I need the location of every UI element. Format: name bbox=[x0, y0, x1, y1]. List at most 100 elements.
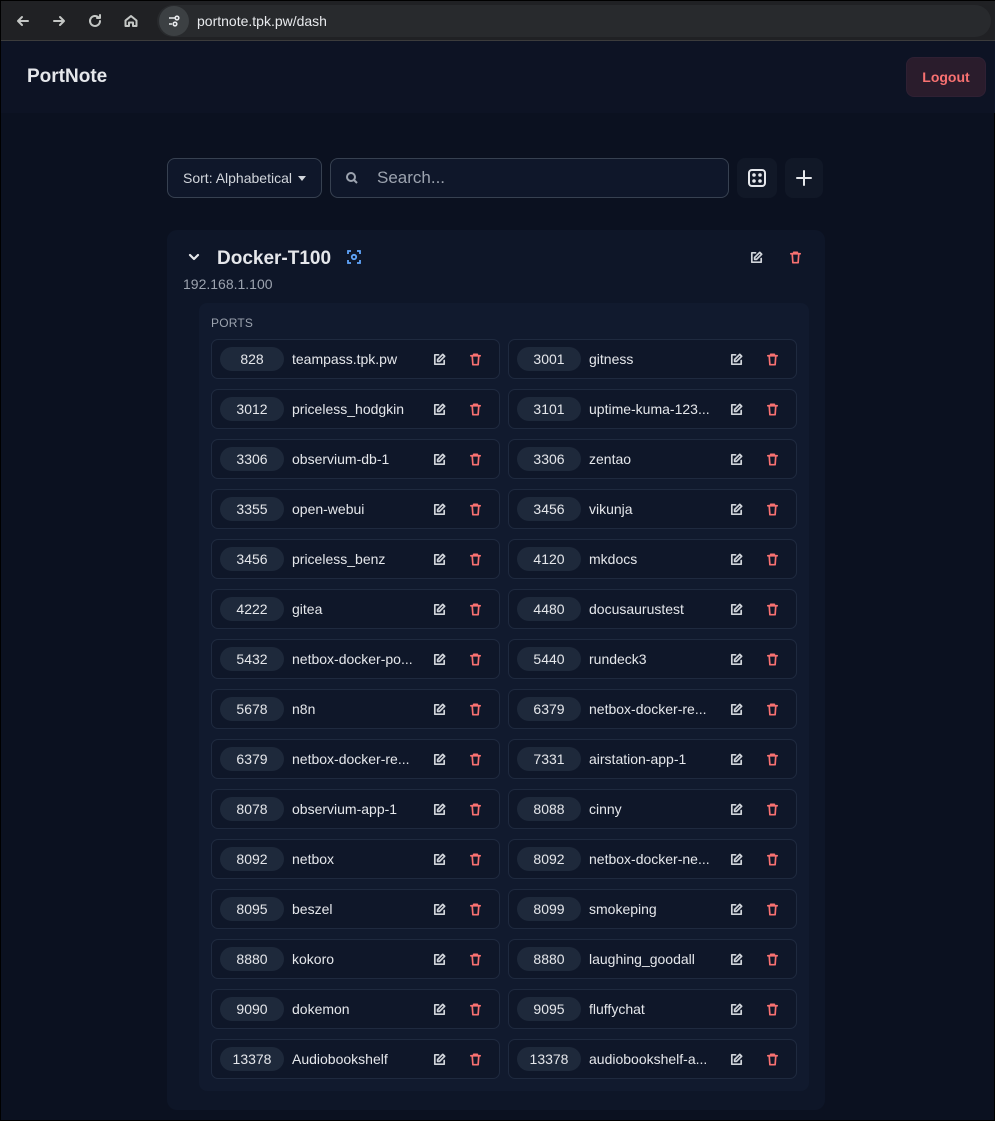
edit-port-button[interactable] bbox=[432, 402, 447, 422]
edit-port-button[interactable] bbox=[729, 1002, 744, 1022]
edit-port-button[interactable] bbox=[432, 702, 447, 722]
delete-server-button[interactable] bbox=[788, 250, 803, 270]
edit-port-button[interactable] bbox=[729, 852, 744, 872]
search-input[interactable] bbox=[377, 168, 697, 188]
port-row: 9095 fluffychat bbox=[508, 989, 797, 1029]
delete-port-button[interactable] bbox=[765, 1002, 780, 1022]
trash-icon bbox=[469, 653, 482, 666]
edit-icon bbox=[730, 903, 743, 916]
port-number-badge: 3456 bbox=[220, 547, 284, 571]
delete-port-button[interactable] bbox=[765, 902, 780, 922]
collapse-toggle[interactable] bbox=[187, 250, 201, 269]
edit-port-button[interactable] bbox=[432, 552, 447, 572]
edit-port-button[interactable] bbox=[729, 552, 744, 572]
plus-icon bbox=[796, 170, 812, 186]
delete-port-button[interactable] bbox=[765, 702, 780, 722]
port-row: 8095 beszel bbox=[211, 889, 500, 929]
logout-button[interactable]: Logout bbox=[906, 57, 986, 97]
delete-port-button[interactable] bbox=[765, 402, 780, 422]
edit-icon bbox=[730, 353, 743, 366]
edit-port-button[interactable] bbox=[432, 752, 447, 772]
sort-dropdown[interactable]: Sort: Alphabetical bbox=[167, 158, 322, 198]
edit-port-button[interactable] bbox=[432, 502, 447, 522]
delete-port-button[interactable] bbox=[468, 802, 483, 822]
port-number-badge: 8092 bbox=[517, 847, 581, 871]
home-button[interactable] bbox=[113, 1, 149, 41]
edit-port-button[interactable] bbox=[432, 602, 447, 622]
delete-port-button[interactable] bbox=[468, 952, 483, 972]
delete-port-button[interactable] bbox=[468, 752, 483, 772]
delete-port-button[interactable] bbox=[765, 452, 780, 472]
service-name: priceless_hodgkin bbox=[292, 401, 405, 417]
add-button[interactable] bbox=[785, 158, 823, 198]
port-row: 4222 gitea bbox=[211, 589, 500, 629]
delete-port-button[interactable] bbox=[765, 952, 780, 972]
service-name: dokemon bbox=[292, 1001, 350, 1017]
edit-port-button[interactable] bbox=[729, 352, 744, 372]
edit-port-button[interactable] bbox=[729, 902, 744, 922]
port-row: 5432 netbox-docker-po... bbox=[211, 639, 500, 679]
delete-port-button[interactable] bbox=[468, 552, 483, 572]
port-actions bbox=[729, 852, 780, 872]
delete-port-button[interactable] bbox=[468, 452, 483, 472]
site-info-button[interactable] bbox=[159, 6, 189, 36]
delete-port-button[interactable] bbox=[468, 602, 483, 622]
port-number-badge: 9095 bbox=[517, 997, 581, 1021]
edit-port-button[interactable] bbox=[432, 1052, 447, 1072]
delete-port-button[interactable] bbox=[765, 852, 780, 872]
delete-port-button[interactable] bbox=[765, 752, 780, 772]
delete-port-button[interactable] bbox=[468, 402, 483, 422]
edit-port-button[interactable] bbox=[432, 802, 447, 822]
back-button[interactable] bbox=[5, 1, 41, 41]
delete-port-button[interactable] bbox=[468, 702, 483, 722]
edit-port-button[interactable] bbox=[729, 452, 744, 472]
forward-button[interactable] bbox=[41, 1, 77, 41]
delete-port-button[interactable] bbox=[765, 502, 780, 522]
edit-port-button[interactable] bbox=[432, 1002, 447, 1022]
edit-icon bbox=[433, 353, 446, 366]
address-bar[interactable]: portnote.tpk.pw/dash bbox=[157, 5, 991, 37]
delete-port-button[interactable] bbox=[468, 902, 483, 922]
delete-port-button[interactable] bbox=[765, 602, 780, 622]
edit-port-button[interactable] bbox=[432, 652, 447, 672]
search-box[interactable] bbox=[330, 158, 729, 198]
delete-port-button[interactable] bbox=[468, 352, 483, 372]
reload-button[interactable] bbox=[77, 1, 113, 41]
edit-port-button[interactable] bbox=[729, 802, 744, 822]
edit-port-button[interactable] bbox=[729, 952, 744, 972]
delete-port-button[interactable] bbox=[468, 502, 483, 522]
edit-port-button[interactable] bbox=[729, 702, 744, 722]
edit-port-button[interactable] bbox=[432, 952, 447, 972]
delete-port-button[interactable] bbox=[765, 352, 780, 372]
delete-port-button[interactable] bbox=[468, 1002, 483, 1022]
edit-icon bbox=[730, 853, 743, 866]
edit-icon bbox=[730, 503, 743, 516]
edit-port-button[interactable] bbox=[432, 852, 447, 872]
delete-port-button[interactable] bbox=[765, 652, 780, 672]
delete-port-button[interactable] bbox=[765, 552, 780, 572]
edit-port-button[interactable] bbox=[729, 652, 744, 672]
delete-port-button[interactable] bbox=[765, 802, 780, 822]
toolbar: Sort: Alphabetical bbox=[167, 158, 823, 198]
delete-port-button[interactable] bbox=[765, 1052, 780, 1072]
random-button[interactable] bbox=[737, 158, 777, 198]
edit-port-button[interactable] bbox=[432, 352, 447, 372]
edit-port-button[interactable] bbox=[432, 902, 447, 922]
port-number-badge: 5678 bbox=[220, 697, 284, 721]
delete-port-button[interactable] bbox=[468, 652, 483, 672]
edit-port-button[interactable] bbox=[729, 502, 744, 522]
edit-port-button[interactable] bbox=[432, 452, 447, 472]
port-number-badge: 7331 bbox=[517, 747, 581, 771]
port-row: 13378 audiobookshelf-a... bbox=[508, 1039, 797, 1079]
service-name: fluffychat bbox=[589, 1001, 645, 1017]
edit-server-button[interactable] bbox=[749, 250, 764, 270]
edit-icon bbox=[730, 653, 743, 666]
scan-button[interactable] bbox=[347, 249, 361, 269]
edit-port-button[interactable] bbox=[729, 402, 744, 422]
edit-port-button[interactable] bbox=[729, 1052, 744, 1072]
edit-port-button[interactable] bbox=[729, 602, 744, 622]
edit-port-button[interactable] bbox=[729, 752, 744, 772]
delete-port-button[interactable] bbox=[468, 852, 483, 872]
delete-port-button[interactable] bbox=[468, 1052, 483, 1072]
trash-icon bbox=[766, 403, 779, 416]
